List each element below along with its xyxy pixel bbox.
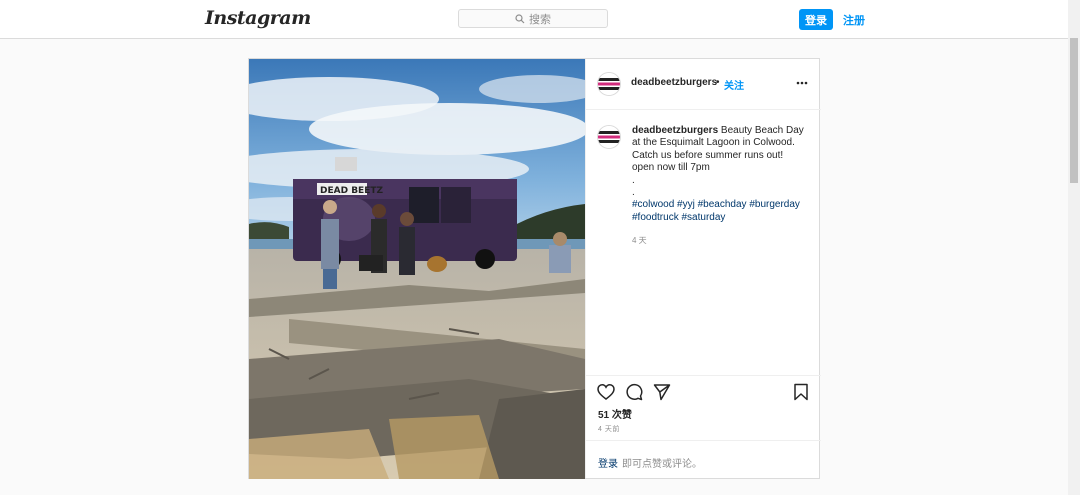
hashtag-link[interactable]: #beachday bbox=[698, 199, 747, 210]
scrollbar-thumb[interactable] bbox=[1070, 38, 1078, 183]
instagram-logo[interactable]: Instagram bbox=[205, 7, 311, 29]
comment-bar: 登录 即可点赞或评论。 bbox=[586, 440, 821, 479]
caption-line: Catch us before summer runs out! bbox=[632, 149, 784, 161]
like-count[interactable]: 51 次赞 bbox=[598, 406, 632, 421]
caption-line: . bbox=[632, 187, 635, 199]
hashtag-link[interactable]: #burgerday bbox=[749, 199, 800, 210]
search-placeholder: 搜索 bbox=[529, 13, 551, 26]
hashtag-link[interactable]: #saturday bbox=[681, 212, 725, 223]
comment-hint: 即可点赞或评论。 bbox=[622, 459, 702, 470]
caption-timestamp: 4 天 bbox=[632, 236, 647, 245]
caption-avatar-logo bbox=[598, 126, 620, 148]
caption-line: Beauty Beach Day bbox=[720, 125, 804, 136]
post-actions: 51 次赞 4 天前 bbox=[586, 375, 821, 442]
login-button[interactable]: 登录 bbox=[799, 9, 833, 30]
heart-icon[interactable] bbox=[597, 383, 615, 401]
hashtag-link[interactable]: #foodtruck bbox=[632, 212, 679, 223]
bookmark-icon[interactable] bbox=[792, 383, 810, 401]
signup-link[interactable]: 注册 bbox=[843, 12, 865, 28]
follow-button[interactable]: 关注 bbox=[724, 77, 744, 92]
post-photo-image: DEAD BEETZ bbox=[249, 59, 585, 479]
top-navigation-bar: Instagram 搜索 登录 注册 bbox=[0, 0, 1068, 39]
caption-line: open now till 7pm bbox=[632, 162, 710, 174]
search-input[interactable]: 搜索 bbox=[458, 9, 608, 28]
post-photo[interactable]: DEAD BEETZ bbox=[249, 59, 585, 479]
caption-line: . bbox=[632, 174, 635, 186]
comment-login-link[interactable]: 登录 bbox=[598, 455, 618, 470]
post-caption: deadbeetzburgers Beauty Beach Day at the… bbox=[632, 125, 810, 224]
author-avatar-logo bbox=[598, 73, 620, 95]
page-scrollbar[interactable] bbox=[1068, 0, 1080, 495]
author-username[interactable]: deadbeetzburgers bbox=[631, 77, 717, 88]
caption-username[interactable]: deadbeetzburgers bbox=[632, 125, 718, 136]
header-separator: • bbox=[716, 77, 720, 88]
post-card: DEAD BEETZ deadbeetzburgers • 关注 deadbee… bbox=[248, 58, 821, 479]
post-side-panel: deadbeetzburgers • 关注 deadbeetzburgers B… bbox=[585, 59, 821, 478]
search-icon bbox=[515, 13, 525, 23]
share-icon[interactable] bbox=[653, 383, 671, 401]
author-avatar[interactable] bbox=[597, 72, 621, 96]
caption-avatar[interactable] bbox=[597, 125, 621, 149]
hashtag-link[interactable]: #colwood bbox=[632, 199, 674, 210]
post-timestamp: 4 天前 bbox=[598, 426, 620, 433]
post-header: deadbeetzburgers • 关注 bbox=[586, 59, 821, 110]
svg-text:DEAD BEETZ: DEAD BEETZ bbox=[320, 186, 383, 196]
comment-icon[interactable] bbox=[625, 383, 643, 401]
hashtag-link[interactable]: #yyj bbox=[677, 199, 695, 210]
caption-line: at the Esquimalt Lagoon in Colwood. bbox=[632, 137, 795, 149]
more-options-icon[interactable] bbox=[796, 79, 808, 87]
